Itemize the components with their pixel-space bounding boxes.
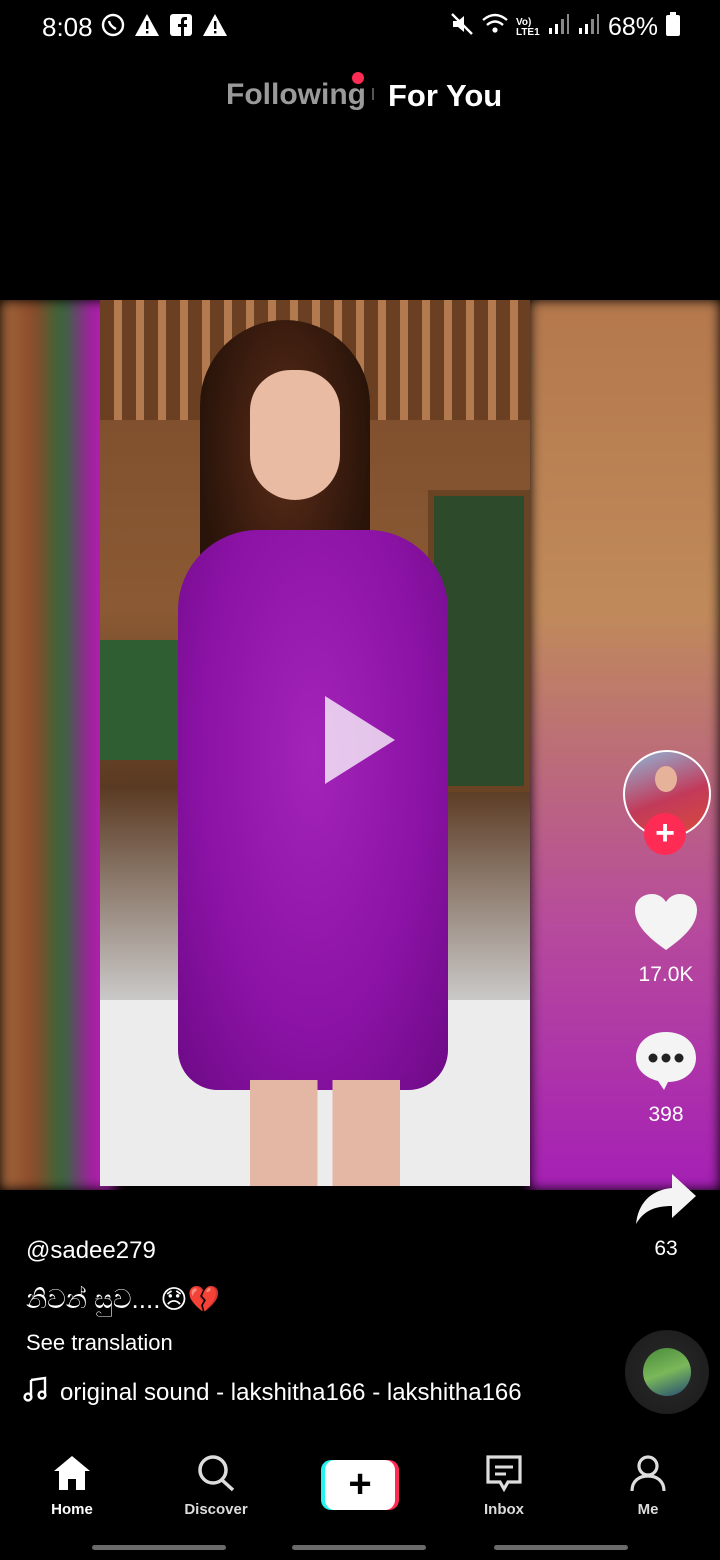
nav-me-label: Me: [637, 1501, 659, 1518]
signal-icon: [548, 13, 570, 42]
nav-inbox[interactable]: Inbox: [432, 1440, 576, 1530]
comment-icon: [634, 1032, 698, 1096]
video-frame: [100, 300, 530, 1186]
see-translation-link[interactable]: See translation: [26, 1330, 173, 1356]
tab-divider: [372, 88, 374, 100]
share-icon: [634, 1174, 698, 1230]
follow-button[interactable]: +: [644, 813, 686, 855]
profile-icon: [628, 1454, 668, 1497]
video-blur-left: [0, 300, 115, 1190]
share-count: 63: [654, 1237, 678, 1260]
gesture-home[interactable]: [292, 1545, 426, 1550]
nav-discover[interactable]: Discover: [144, 1440, 288, 1530]
video-person-dress: [178, 530, 448, 1090]
tab-for-you[interactable]: For You: [388, 78, 502, 114]
status-time: 8:08: [42, 12, 93, 42]
music-note-icon: [22, 1376, 48, 1409]
comment-button[interactable]: 398: [616, 1030, 716, 1127]
following-notification-dot: [352, 72, 364, 84]
gesture-recents[interactable]: [92, 1545, 226, 1550]
avatar-figure: [655, 766, 677, 792]
nav-inbox-label: Inbox: [484, 1501, 524, 1518]
status-bar: 8:08 Vo) LTE1 68%: [0, 0, 720, 56]
sound-row[interactable]: original sound - lakshitha166 - lakshith…: [22, 1376, 522, 1409]
video-player[interactable]: [0, 300, 720, 1190]
like-button[interactable]: 17.0K: [616, 892, 716, 987]
sound-disc[interactable]: [625, 1330, 709, 1414]
battery-icon: [666, 12, 680, 43]
sound-title: original sound - lakshitha166 - lakshith…: [60, 1378, 522, 1406]
post-username[interactable]: @sadee279: [26, 1237, 156, 1265]
like-count: 17.0K: [638, 963, 694, 986]
post-caption: නිවන් සුව....😞💔: [26, 1284, 220, 1314]
play-icon[interactable]: [325, 696, 395, 784]
whatsapp-icon: [100, 12, 126, 38]
bottom-nav: Home Discover + Inbox Me: [0, 1440, 720, 1530]
nav-me[interactable]: Me: [576, 1440, 720, 1530]
plus-icon: +: [325, 1460, 395, 1510]
signal-icon: [578, 13, 600, 42]
warning-icon: [134, 12, 160, 38]
video-person-face: [250, 370, 340, 500]
share-button[interactable]: 63: [616, 1172, 716, 1261]
notification-icons: [100, 12, 228, 38]
nav-home[interactable]: Home: [0, 1440, 144, 1530]
mute-icon: [450, 12, 474, 43]
search-icon: [196, 1454, 236, 1497]
nav-home-label: Home: [51, 1501, 93, 1518]
video-person-legs: [250, 1080, 400, 1186]
battery-percent: 68%: [607, 13, 658, 41]
wifi-icon: [482, 12, 508, 43]
sound-disc-avatar: [643, 1348, 691, 1396]
comment-count: 398: [648, 1103, 684, 1126]
nav-discover-label: Discover: [184, 1501, 248, 1518]
warning-icon: [202, 12, 228, 38]
inbox-icon: [484, 1454, 524, 1497]
system-status: Vo) LTE1 68%: [450, 12, 680, 43]
tab-following[interactable]: Following: [226, 78, 366, 112]
network-label: Vo) LTE1: [515, 16, 540, 38]
nav-create[interactable]: +: [288, 1440, 432, 1530]
heart-icon: [633, 894, 699, 956]
create-button[interactable]: +: [321, 1460, 399, 1510]
home-icon: [52, 1454, 92, 1497]
facebook-icon: [168, 12, 194, 38]
feed-tabs: Following For You: [0, 72, 720, 122]
gesture-back[interactable]: [494, 1545, 628, 1550]
